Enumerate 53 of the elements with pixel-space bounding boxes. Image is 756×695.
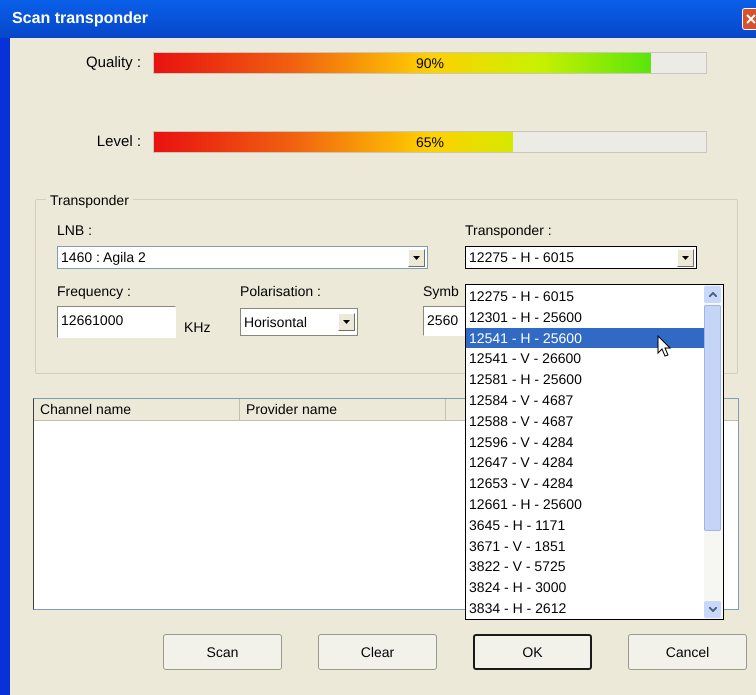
dropdown-option[interactable]: 12301 - H - 25600 bbox=[466, 306, 704, 328]
dropdown-option[interactable]: 12541 - V - 26600 bbox=[466, 348, 704, 370]
dropdown-arrow-icon bbox=[682, 256, 689, 260]
dropdown-option[interactable]: 12647 - V - 4284 bbox=[466, 452, 704, 474]
dropdown-option[interactable]: 3834 - H - 2612 bbox=[466, 598, 704, 619]
dropdown-option[interactable]: 12541 - H - 25600 bbox=[466, 328, 704, 348]
dropdown-button[interactable] bbox=[677, 248, 694, 266]
field-label: Symb bbox=[423, 282, 460, 301]
dialog-button[interactable]: Scan bbox=[163, 634, 282, 670]
dropdown-arrow-icon bbox=[413, 256, 420, 260]
symbol-rate-field[interactable]: 2560 bbox=[423, 306, 467, 336]
meter-reading: 65% bbox=[414, 133, 446, 152]
scrollbar[interactable] bbox=[704, 285, 723, 619]
meter-reading: 90% bbox=[414, 54, 446, 73]
dropdown-option[interactable]: 12581 - H - 25600 bbox=[466, 369, 704, 390]
dialog-button[interactable]: Cancel bbox=[628, 634, 747, 670]
meter-label: Level : bbox=[96, 132, 142, 152]
scroll-up-button[interactable] bbox=[704, 286, 721, 303]
lnb-dropdown[interactable]: 1460 : Agila 2 bbox=[57, 246, 428, 269]
dropdown-option[interactable]: 12275 - H - 6015 bbox=[466, 286, 704, 307]
column-header[interactable]: Channel name bbox=[34, 399, 240, 420]
dropdown-option[interactable]: 3822 - V - 5725 bbox=[466, 556, 704, 578]
scroll-down-button[interactable] bbox=[704, 601, 721, 618]
chevron-down-icon bbox=[708, 607, 716, 612]
dropdown-option[interactable]: 12653 - V - 4284 bbox=[466, 473, 704, 494]
dropdown-option[interactable]: 12661 - H - 25600 bbox=[466, 494, 704, 515]
field-label: Polarisation : bbox=[240, 282, 322, 301]
dropdown-arrow-icon bbox=[343, 320, 350, 324]
dropdown-button[interactable] bbox=[338, 313, 355, 331]
mouse-cursor-icon bbox=[657, 335, 671, 357]
transponder-dropdown[interactable]: 12275 - H - 6015 bbox=[465, 246, 697, 269]
dropdown-option[interactable]: 3824 - H - 3000 bbox=[466, 577, 704, 598]
close-button[interactable] bbox=[742, 8, 756, 30]
dropdown-button[interactable] bbox=[408, 248, 425, 266]
window-title: Scan transponder bbox=[12, 9, 148, 29]
frequency-field[interactable]: 12661000 bbox=[57, 306, 176, 338]
dialog-button[interactable]: OK bbox=[473, 634, 592, 670]
close-icon bbox=[746, 14, 756, 24]
scroll-thumb[interactable] bbox=[704, 305, 721, 531]
dialog-button[interactable]: Clear bbox=[318, 634, 437, 670]
field-label: Frequency : bbox=[57, 282, 132, 301]
dropdown-option[interactable]: 12588 - V - 4687 bbox=[466, 410, 704, 432]
unit-label: KHz bbox=[184, 318, 210, 337]
polarisation-dropdown[interactable]: Horisontal bbox=[240, 308, 358, 336]
meter-label: Quality : bbox=[84, 52, 142, 73]
dropdown-option[interactable]: 12596 - V - 4284 bbox=[466, 432, 704, 452]
chevron-up-icon bbox=[708, 292, 716, 297]
dropdown-option[interactable]: 3645 - H - 1171 bbox=[466, 514, 704, 536]
dropdown-option[interactable]: 3671 - V - 1851 bbox=[466, 536, 704, 556]
column-header[interactable]: Provider name bbox=[240, 399, 446, 420]
field-label: LNB : bbox=[57, 221, 94, 240]
field-label: Transponder : bbox=[465, 221, 553, 240]
dropdown-option[interactable]: 12584 - V - 4687 bbox=[466, 390, 704, 411]
